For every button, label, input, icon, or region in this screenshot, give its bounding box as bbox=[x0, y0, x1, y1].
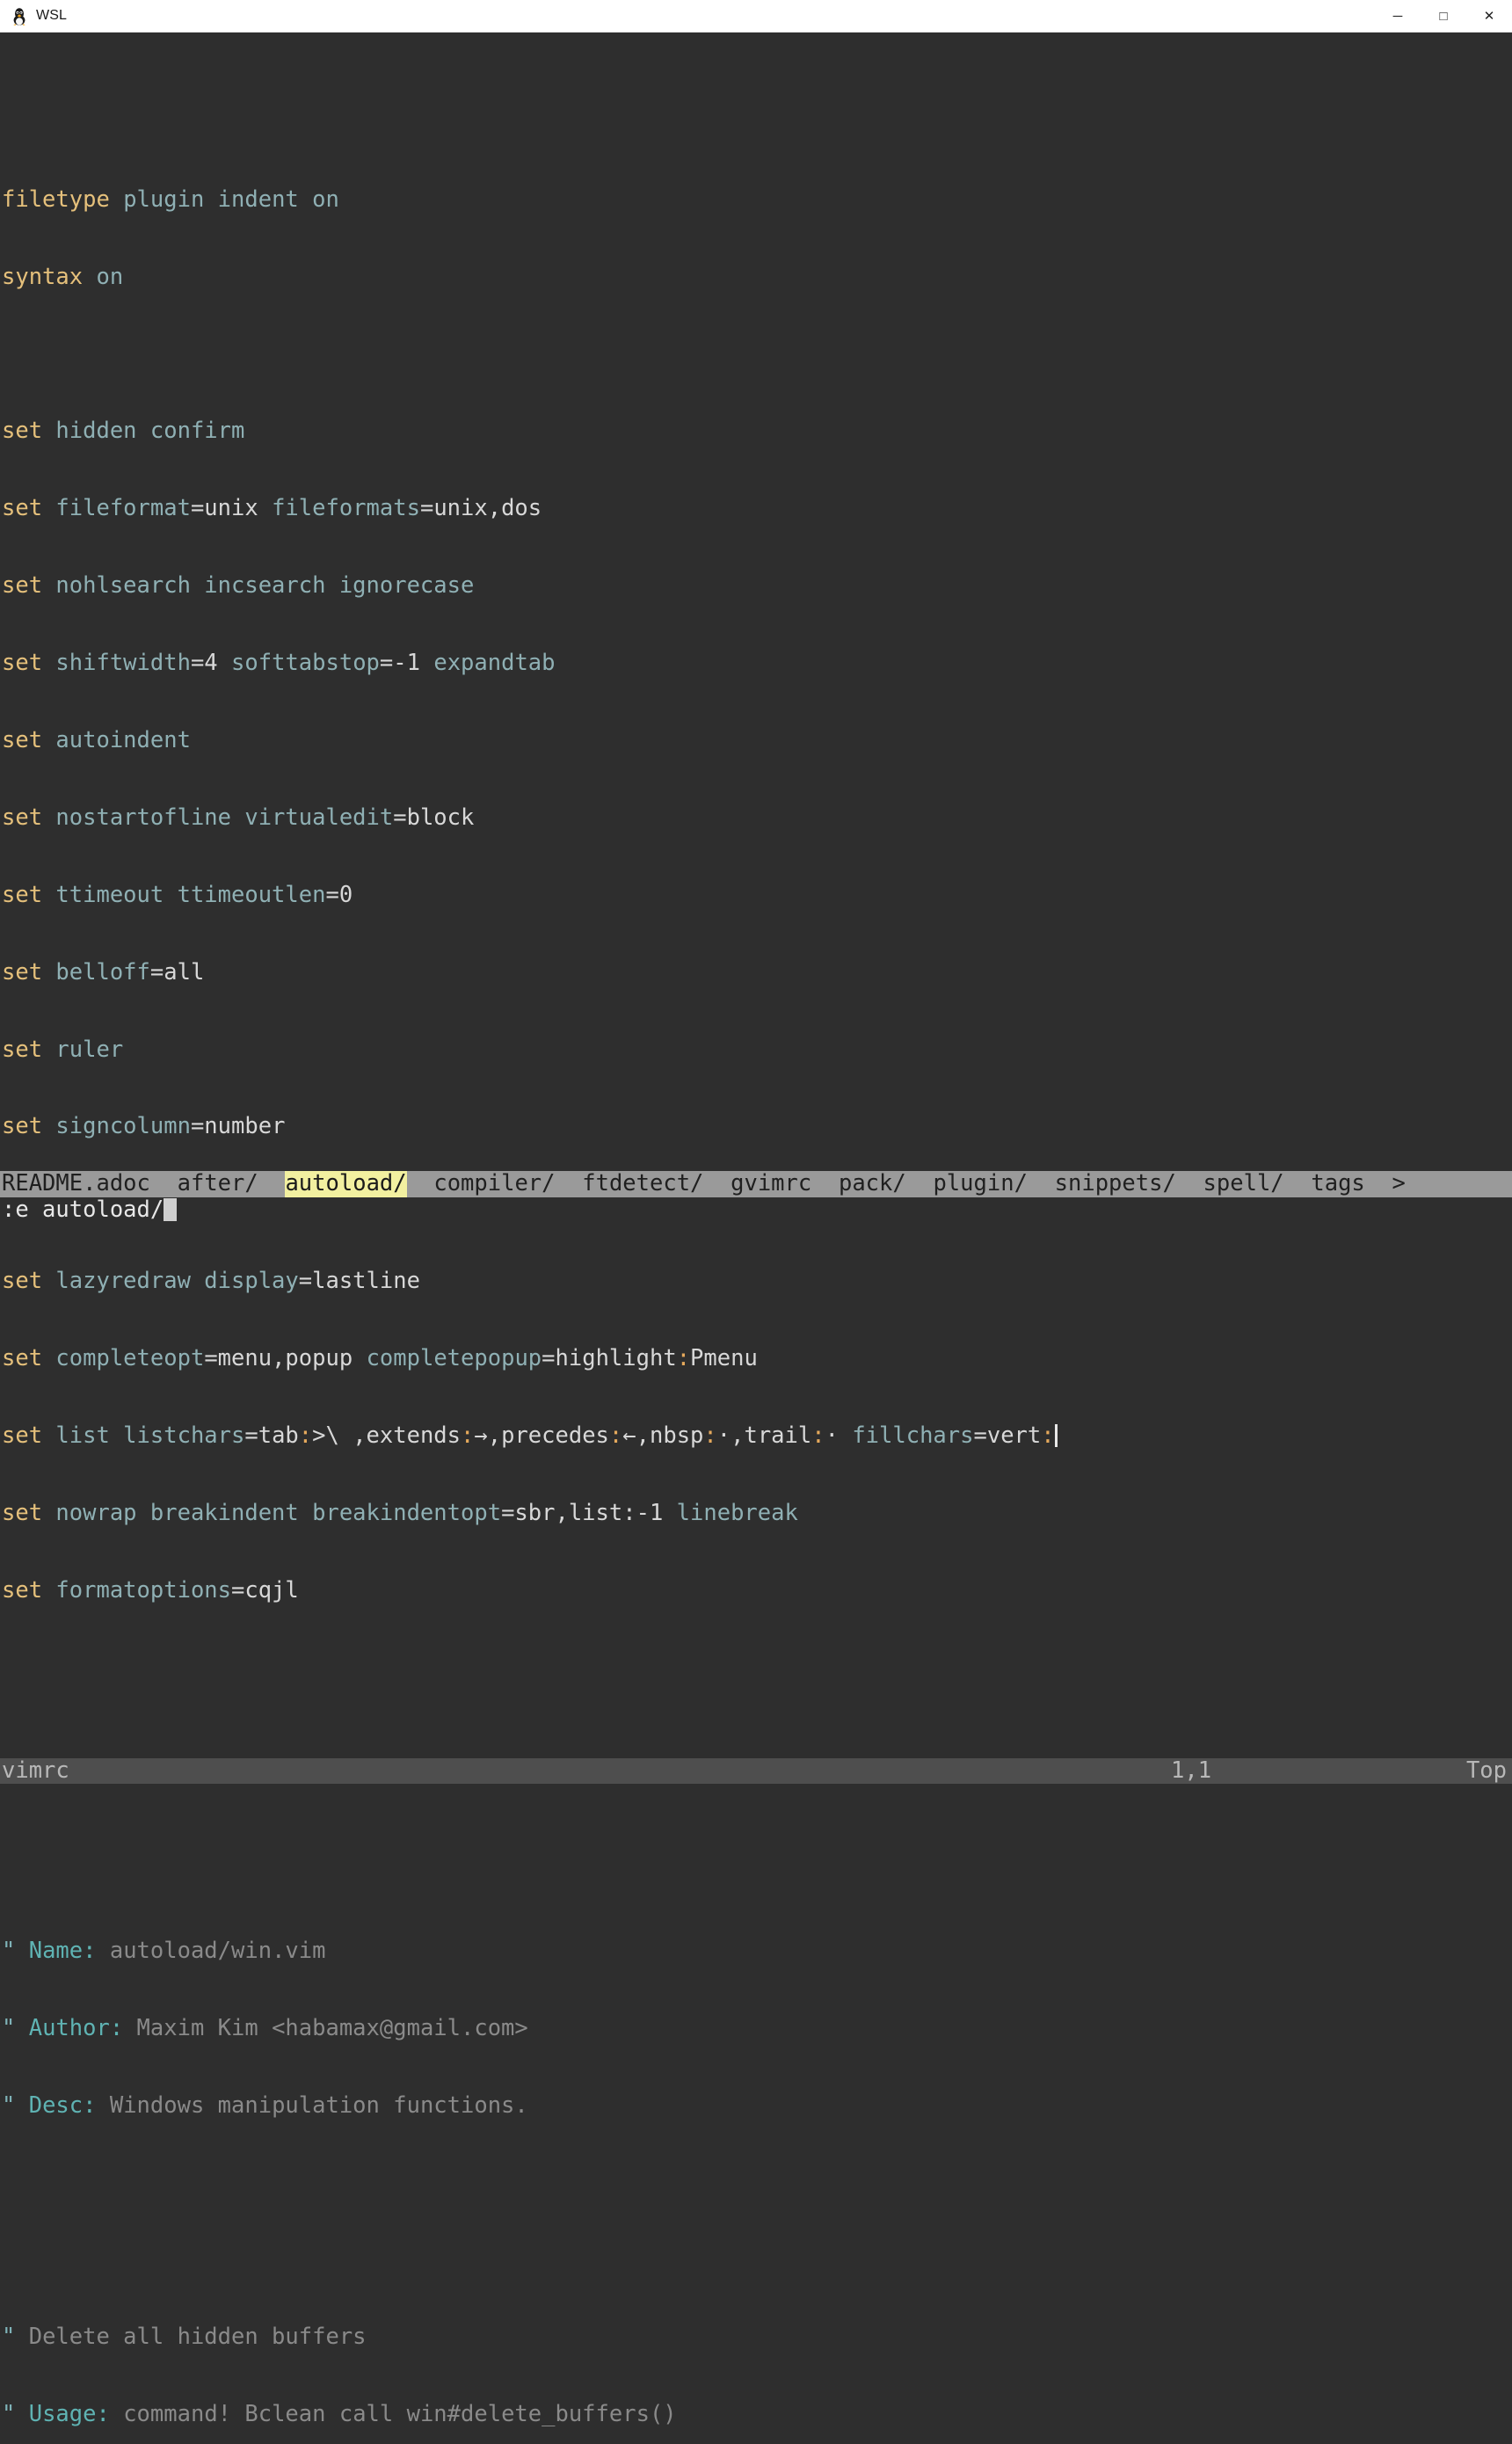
window-titlebar: WSL ─ □ ✕ bbox=[0, 0, 1512, 33]
maximize-icon: □ bbox=[1439, 8, 1448, 24]
wildmenu-item-compiler[interactable]: compiler/ bbox=[433, 1171, 555, 1197]
vim-command-line[interactable]: :e autoload/ bbox=[0, 1197, 1512, 1223]
buffer-win-vim[interactable]: " Name: autoload/win.vim " Author: Maxim… bbox=[0, 1887, 1512, 2444]
code-line: set shiftwidth=4 softtabstop=-1 expandta… bbox=[2, 651, 556, 677]
command-line-cursor bbox=[164, 1198, 178, 1222]
wildmenu-gap: __ bbox=[150, 1171, 178, 1197]
wildmenu-item-snippets[interactable]: snippets/ bbox=[1055, 1171, 1176, 1197]
statusline-filename: vimrc bbox=[2, 1757, 69, 1784]
code-line: set nowrap breakindent breakindentopt=sb… bbox=[2, 1500, 798, 1526]
wildmenu-item-pack[interactable]: pack/ bbox=[839, 1171, 906, 1197]
wildmenu-item-autoload[interactable]: autoload/ bbox=[285, 1171, 407, 1197]
terminal-viewport[interactable]: filetype plugin indent on syntax on set … bbox=[0, 33, 1512, 2427]
wildmenu-item-spell[interactable]: spell/ bbox=[1203, 1171, 1284, 1197]
statusline-scroll: Top bbox=[1465, 1757, 1507, 1784]
wildmenu-gap: __ bbox=[906, 1171, 934, 1197]
wildmenu-item-after[interactable]: after/ bbox=[178, 1171, 258, 1197]
code-line: set list listchars=tab:>\ ,extends:→,pre… bbox=[0, 1423, 1512, 1449]
window-title: WSL bbox=[36, 8, 67, 23]
code-line: set nohlsearch incsearch ignorecase bbox=[2, 573, 475, 600]
code-line: " Usage: command! Bclean call win#delete… bbox=[2, 2402, 677, 2428]
code-line: set autoindent bbox=[2, 728, 191, 754]
wildmenu-item-tags[interactable]: tags bbox=[1311, 1171, 1364, 1197]
window-controls: ─ □ ✕ bbox=[1375, 0, 1512, 32]
wildmenu-item-gvimrc[interactable]: gvimrc bbox=[731, 1171, 811, 1197]
code-line: set formatoptions=cqjl bbox=[2, 1577, 299, 1604]
wildmenu-gap: __ bbox=[1365, 1171, 1392, 1197]
close-icon: ✕ bbox=[1483, 9, 1495, 24]
code-line: set fileformat=unix fileformats=unix,dos bbox=[2, 496, 542, 522]
wildmenu-bar[interactable]: README.adoc__after/__autoload/__compiler… bbox=[0, 1171, 1512, 1197]
code-line: " Delete all hidden buffers bbox=[2, 2324, 367, 2351]
text-cursor bbox=[1054, 1424, 1058, 1448]
wildmenu-gap: __ bbox=[556, 1171, 583, 1197]
wildmenu-item-plugin[interactable]: plugin/ bbox=[933, 1171, 1027, 1197]
code-line: " Author: Maxim Kim <habamax@gmail.com> bbox=[2, 2015, 528, 2041]
statusline: vimrc 1,1 Top bbox=[0, 1757, 1512, 1785]
code-line: set nostartofline virtualedit=block bbox=[2, 804, 475, 831]
code-line: set completeopt=menu,popup completepopup… bbox=[2, 1346, 758, 1372]
wildmenu-gap: __ bbox=[407, 1171, 434, 1197]
wildmenu-gap: __ bbox=[1176, 1171, 1203, 1197]
code-line: set hidden confirm bbox=[2, 418, 245, 445]
code-line: " Name: autoload/win.vim bbox=[2, 1938, 326, 1964]
command-line-text: :e autoload/ bbox=[2, 1196, 164, 1223]
linux-penguin-icon bbox=[11, 6, 28, 25]
code-line: syntax on bbox=[2, 264, 124, 290]
wildmenu-gap: __ bbox=[1284, 1171, 1312, 1197]
wildmenu-gap: __ bbox=[258, 1171, 286, 1197]
code-line: set ruler bbox=[2, 1037, 124, 1063]
minimize-button[interactable]: ─ bbox=[1375, 0, 1421, 32]
wildmenu-gap: __ bbox=[703, 1171, 731, 1197]
buffer-vimrc[interactable]: filetype plugin indent on syntax on set … bbox=[0, 135, 1512, 1655]
close-button[interactable]: ✕ bbox=[1466, 0, 1512, 32]
code-line: filetype plugin indent on bbox=[2, 186, 339, 213]
code-line: set belloff=all bbox=[2, 959, 205, 986]
code-line: set lazyredraw display=lastline bbox=[2, 1269, 420, 1295]
wildmenu-gap: __ bbox=[1028, 1171, 1055, 1197]
statusline-position: 1,1 bbox=[1171, 1757, 1212, 1784]
wildmenu-item-readme[interactable]: README.adoc bbox=[2, 1171, 150, 1197]
code-line: set signcolumn=number bbox=[2, 1114, 286, 1140]
wildmenu-item-ftdetect[interactable]: ftdetect/ bbox=[582, 1171, 703, 1197]
code-line: set ttimeout ttimeoutlen=0 bbox=[2, 882, 353, 908]
wildmenu-more-indicator[interactable]: > bbox=[1392, 1171, 1406, 1197]
wildmenu-gap: __ bbox=[811, 1171, 839, 1197]
titlebar-left: WSL bbox=[0, 6, 67, 25]
code-line: " Desc: Windows manipulation functions. bbox=[2, 2092, 528, 2119]
maximize-button[interactable]: □ bbox=[1421, 0, 1466, 32]
minimize-icon: ─ bbox=[1392, 8, 1403, 24]
